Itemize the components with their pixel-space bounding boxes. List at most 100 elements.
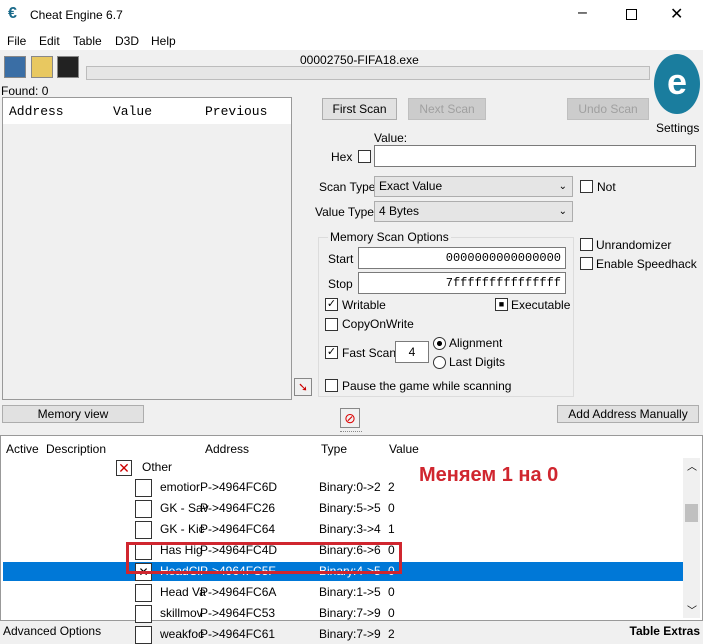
executable-checkbox[interactable]: ■ [495,298,508,311]
value-label: Value: [374,131,408,145]
progress-bar [86,66,650,80]
last-digits-label: Last Digits [449,355,506,369]
speedhack-label: Enable Speedhack [596,257,697,271]
writable-label: Writable [342,298,386,312]
col-type[interactable]: Type [321,442,347,456]
minimize-icon[interactable]: – [578,4,587,22]
save-icon[interactable] [57,56,79,78]
value-type-label: Value Type [315,205,374,219]
found-count: Found: 0 [1,84,49,98]
last-digits-radio[interactable] [433,356,446,369]
start-input[interactable]: 0000000000000000 [358,247,566,269]
group-label[interactable]: Other [142,460,172,474]
scan-type-value: Exact Value [379,179,443,193]
close-icon[interactable]: ✕ [670,4,683,24]
table-row[interactable]: Head Va P->4964FC6A Binary:1->5 0 [3,583,683,602]
title-bar: € Cheat Engine 6.7 – ✕ [0,0,703,30]
menu-table[interactable]: Table [73,34,102,48]
executable-label: Executable [511,298,571,312]
row-type: Binary:3->4 [319,522,381,536]
fast-scan-input[interactable]: 4 [395,341,429,363]
add-address-button[interactable]: Add Address Manually [557,405,699,423]
row-address: P->4964FC6D [200,480,278,494]
menu-help[interactable]: Help [151,34,176,48]
stop-icon[interactable]: ⊘ [340,408,360,428]
menu-bar: File Edit Table D3D Help [0,30,703,50]
not-checkbox[interactable] [580,180,593,193]
results-list[interactable]: Address Value Previous [2,97,292,400]
table-row[interactable]: GK - Kic P->4964FC64 Binary:3->4 1 [3,520,683,539]
stop-label: Stop [328,277,353,291]
menu-edit[interactable]: Edit [39,34,60,48]
active-checkbox[interactable] [135,584,152,602]
row-address: P->4964FC64 [200,522,276,536]
table-row[interactable]: emotior P->4964FC6D Binary:0->2 2 [3,478,683,497]
row-address: P->4964FC6A [200,585,277,599]
scrollbar[interactable]: ︿ ﹀ [683,458,700,618]
scroll-up-icon[interactable]: ︿ [687,458,697,473]
start-label: Start [328,252,354,266]
stop-input[interactable]: 7fffffffffffffff [358,272,566,294]
hex-label: Hex [331,150,353,164]
app-icon: € [8,5,17,22]
memory-view-button[interactable]: Memory view [2,405,144,423]
speedhack-checkbox[interactable] [580,257,593,270]
hex-checkbox[interactable] [358,150,371,163]
row-type: Binary:5->5 [319,501,381,515]
copyonwrite-checkbox[interactable] [325,318,338,331]
row-value: 2 [388,480,395,494]
open-folder-icon[interactable] [31,56,53,78]
col-value[interactable]: Value [389,442,419,456]
unrandomizer-label: Unrandomizer [596,238,672,252]
scan-type-select[interactable]: Exact Value ⌄ [374,176,573,197]
fast-scan-checkbox[interactable]: ✓ [325,346,338,359]
row-type: Binary:1->5 [319,585,381,599]
scroll-thumb[interactable] [685,504,698,522]
col-value[interactable]: Value [113,104,152,119]
row-value: 1 [388,522,395,536]
group-checkbox[interactable]: ✕ [116,460,132,476]
address-table: Active Description Address Type Value ✕ … [0,435,703,644]
select-process-icon[interactable] [4,56,26,78]
copyonwrite-label: CopyOnWrite [342,317,414,331]
col-address[interactable]: Address [9,104,64,119]
active-checkbox[interactable] [135,521,152,539]
fast-scan-label: Fast Scan [342,346,397,360]
active-checkbox[interactable] [135,479,152,497]
alignment-label: Alignment [449,336,503,350]
memory-scan-options-title: Memory Scan Options [328,230,451,244]
table-row[interactable]: GK - Sav P->4964FC26 Binary:5->5 0 [3,499,683,518]
col-description[interactable]: Description [46,442,106,456]
cheat-engine-logo[interactable]: e [654,54,700,114]
pause-checkbox[interactable] [325,379,338,392]
footer-bar: Advanced Options Table Extras [0,621,703,641]
table-extras[interactable]: Table Extras [630,624,700,638]
scan-type-label: Scan Type [319,180,376,194]
first-scan-button[interactable]: First Scan [322,98,397,120]
menu-file[interactable]: File [7,34,26,48]
pause-label: Pause the game while scanning [342,379,512,393]
row-type: Binary:0->2 [319,480,381,494]
maximize-icon[interactable] [626,9,637,20]
chevron-down-icon: ⌄ [558,181,567,192]
menu-d3d[interactable]: D3D [115,34,139,48]
advanced-options[interactable]: Advanced Options [3,624,101,638]
value-type-select[interactable]: 4 Bytes ⌄ [374,201,573,222]
undo-scan-button[interactable]: Undo Scan [567,98,649,120]
active-checkbox[interactable] [135,500,152,518]
col-active[interactable]: Active [6,442,39,456]
not-label: Not [597,180,616,194]
splitter-handle[interactable] [340,431,362,434]
value-type-value: 4 Bytes [379,204,420,218]
next-scan-button[interactable]: Next Scan [408,98,486,120]
pointer-arrow-icon[interactable]: ➘ [294,378,312,396]
col-address[interactable]: Address [205,442,249,456]
writable-checkbox[interactable]: ✓ [325,298,338,311]
chevron-down-icon: ⌄ [558,206,567,217]
value-input[interactable] [374,145,696,167]
col-previous[interactable]: Previous [205,104,267,119]
alignment-radio[interactable] [433,337,446,350]
unrandomizer-checkbox[interactable] [580,238,593,251]
settings-link[interactable]: Settings [656,121,699,135]
scroll-down-icon[interactable]: ﹀ [687,602,697,617]
